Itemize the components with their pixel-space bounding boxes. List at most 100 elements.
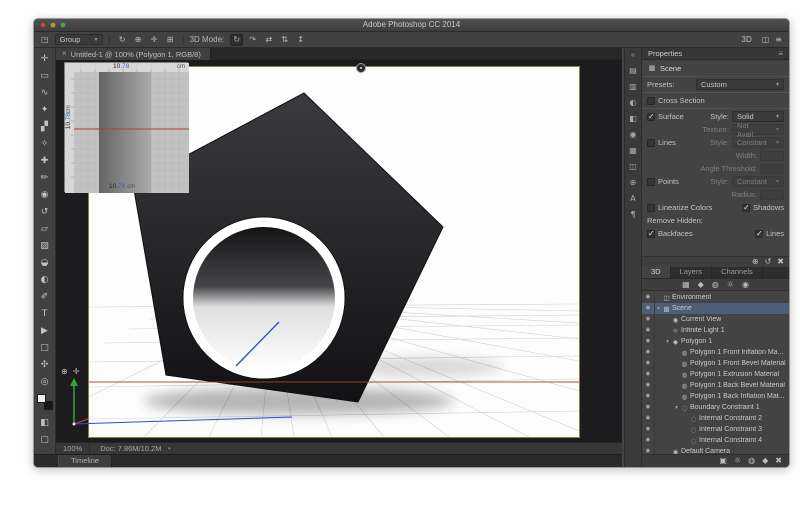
tree-row-boundary-constraint[interactable]: ◉ ▾ ◌ Boundary Constraint 1 [642, 402, 789, 413]
filter-materials-icon[interactable]: ◍ [712, 280, 719, 289]
filter-cameras-icon[interactable]: ◉ [742, 280, 749, 289]
panel-menu-icon[interactable]: ≡ [775, 35, 782, 44]
zoom-level-field[interactable]: 100% [56, 442, 91, 455]
angle-threshold-field[interactable] [760, 163, 784, 174]
tab-layers[interactable]: Layers [671, 266, 713, 278]
foreground-color-swatch[interactable] [36, 394, 46, 403]
tab-3d[interactable]: 3D [642, 266, 671, 278]
move-3d-icon[interactable]: ⊕ [61, 368, 68, 376]
visibility-eye-icon[interactable]: ◉ [642, 347, 655, 358]
visibility-eye-icon[interactable]: ◉ [642, 292, 655, 303]
coordinates-icon[interactable]: ⊕ [752, 258, 759, 266]
zoom-3d-camera-icon[interactable]: ↕ [294, 34, 307, 46]
collapse-panels-icon[interactable]: « [631, 50, 635, 62]
tree-row-current-view[interactable]: ◉ ◉ Current View [642, 314, 789, 325]
delete-item-icon[interactable]: ✖ [775, 457, 782, 465]
canvas[interactable]: 10.78 cm 10.78cm 10.78 cm ⊕ ✛ [56, 60, 622, 442]
path-selection-tool[interactable]: ▶ [36, 322, 54, 339]
tree-row-extrusion[interactable]: ◉ ◍ Polygon 1 Extrusion Material [642, 369, 789, 380]
cross-section-checkbox[interactable] [647, 96, 655, 105]
radius-field[interactable] [760, 189, 784, 200]
visibility-eye-icon[interactable]: ◉ [642, 358, 655, 369]
dock-styles-icon[interactable]: ◧ [629, 110, 637, 126]
tree-row-front-bevel[interactable]: ◉ ◍ Polygon 1 Front Bevel Material [642, 358, 789, 369]
crop-tool[interactable]: ▞ [36, 118, 54, 135]
visibility-eye-icon[interactable]: ◉ [642, 303, 655, 314]
dock-color-icon[interactable]: ▤ [629, 62, 637, 78]
expand-arrow-icon[interactable]: ▾ [673, 405, 680, 411]
visibility-eye-icon[interactable]: ◉ [642, 402, 655, 413]
dock-clone-source-icon[interactable]: ⊕ [630, 174, 637, 190]
group-dropdown[interactable]: Group ▾ [54, 34, 103, 45]
render-icon[interactable]: ▣ [719, 457, 727, 465]
3d-camera-widget[interactable] [356, 63, 366, 73]
history-brush-tool[interactable]: ↺ [36, 203, 54, 220]
minimize-window-button[interactable] [50, 22, 56, 28]
lasso-tool[interactable]: ∿ [36, 84, 54, 101]
tree-row-front-inflation[interactable]: ◉ ◍ Polygon 1 Front Inflation Ma... [642, 347, 789, 358]
properties-panel-header[interactable]: Properties ≡ [642, 48, 789, 60]
tree-row-environment[interactable]: ◉ ◫ Environment [642, 292, 789, 303]
tree-row-internal-constraint-2[interactable]: ◉ ◌ Internal Constraint 2 [642, 413, 789, 424]
dock-paragraph-icon[interactable]: ¶ [630, 206, 635, 222]
zoom-window-button[interactable] [60, 22, 66, 28]
expand-arrow-icon[interactable]: ▾ [655, 306, 662, 312]
drag-3d-object-icon[interactable]: ✛ [148, 34, 161, 46]
tree-row-internal-constraint-3[interactable]: ◉ ◌ Internal Constraint 3 [642, 424, 789, 435]
orbit-3d-camera-icon[interactable]: ↻ [230, 33, 244, 46]
tree-row-infinite-light[interactable]: ◉ ☼ Infinite Light 1 [642, 325, 789, 336]
new-light-icon[interactable]: ☼ [734, 457, 741, 465]
lines-style-dropdown[interactable]: Constant ▾ [732, 137, 784, 148]
dock-adjustments-icon[interactable]: ◐ [630, 94, 637, 110]
healing-brush-tool[interactable]: ✚ [36, 152, 54, 169]
rectangle-tool[interactable]: □ [36, 339, 54, 356]
slide-3d-camera-icon[interactable]: ⇅ [278, 34, 291, 46]
hidden-lines-checkbox[interactable] [755, 229, 764, 238]
dock-navigator-icon[interactable]: ◫ [629, 158, 637, 174]
roll-3d-camera-icon[interactable]: ↷ [246, 34, 259, 46]
workspace-switcher[interactable]: 3D [742, 35, 752, 44]
visibility-eye-icon[interactable]: ◉ [642, 391, 655, 402]
pen-tool[interactable]: ✐ [36, 288, 54, 305]
clone-stamp-tool[interactable]: ◉ [36, 186, 54, 203]
points-style-dropdown[interactable]: Constant ▾ [732, 176, 784, 187]
reset-properties-icon[interactable]: ↺ [765, 258, 772, 266]
close-document-icon[interactable]: × [62, 50, 67, 58]
title-bar[interactable]: Adobe Photoshop CC 2014 [34, 19, 789, 32]
pan-3d-camera-icon[interactable]: ⇄ [262, 34, 275, 46]
tree-row-back-inflation[interactable]: ◉ ◍ Polygon 1 Back Inflation Mat... [642, 391, 789, 402]
visibility-eye-icon[interactable]: ◉ [642, 413, 655, 424]
gradient-tool[interactable]: ▨ [36, 237, 54, 254]
secondary-view-panel[interactable]: 10.78 cm 10.78cm 10.78 cm [64, 62, 189, 193]
new-mesh-icon[interactable]: ◆ [762, 457, 768, 465]
eraser-tool[interactable]: ▱ [36, 220, 54, 237]
brush-tool[interactable]: ✏ [36, 169, 54, 186]
color-swatches[interactable] [36, 394, 53, 410]
timeline-tab[interactable]: Timeline [58, 455, 113, 467]
line-width-field[interactable] [760, 150, 784, 161]
type-tool[interactable]: T [36, 305, 54, 322]
surface-checkbox[interactable] [647, 112, 655, 121]
document-tab[interactable]: × Untitled-1 @ 100% (Polygon 1, RGB/8) [56, 48, 211, 60]
marquee-tool[interactable]: ▭ [36, 67, 54, 84]
tool-preset-icon[interactable]: ◳ [41, 35, 49, 44]
3d-axis-widget[interactable]: ⊕ ✛ [58, 368, 300, 440]
hand-tool[interactable]: ✣ [36, 356, 54, 373]
shadows-checkbox[interactable] [742, 203, 751, 212]
tree-row-scene[interactable]: ◉ ▾ ▩ Scene [642, 303, 789, 314]
quick-selection-tool[interactable]: ✦ [36, 101, 54, 118]
close-window-button[interactable] [40, 22, 46, 28]
filter-lights-icon[interactable]: ☼ [727, 280, 734, 289]
visibility-eye-icon[interactable]: ◉ [642, 424, 655, 435]
texture-dropdown[interactable]: Not Avail... ▾ [732, 121, 784, 139]
visibility-eye-icon[interactable]: ◉ [642, 380, 655, 391]
move-tool[interactable]: ✛ [36, 50, 54, 67]
screen-mode-icon[interactable]: ▢ [36, 431, 54, 448]
lines-checkbox[interactable] [647, 138, 655, 147]
dock-swatches-icon[interactable]: ▥ [629, 78, 637, 94]
visibility-eye-icon[interactable]: ◉ [642, 435, 655, 446]
visibility-eye-icon[interactable]: ◉ [642, 336, 655, 347]
dodge-tool[interactable]: ◐ [36, 271, 54, 288]
quick-mask-icon[interactable]: ◧ [36, 414, 54, 431]
points-checkbox[interactable] [647, 177, 655, 186]
